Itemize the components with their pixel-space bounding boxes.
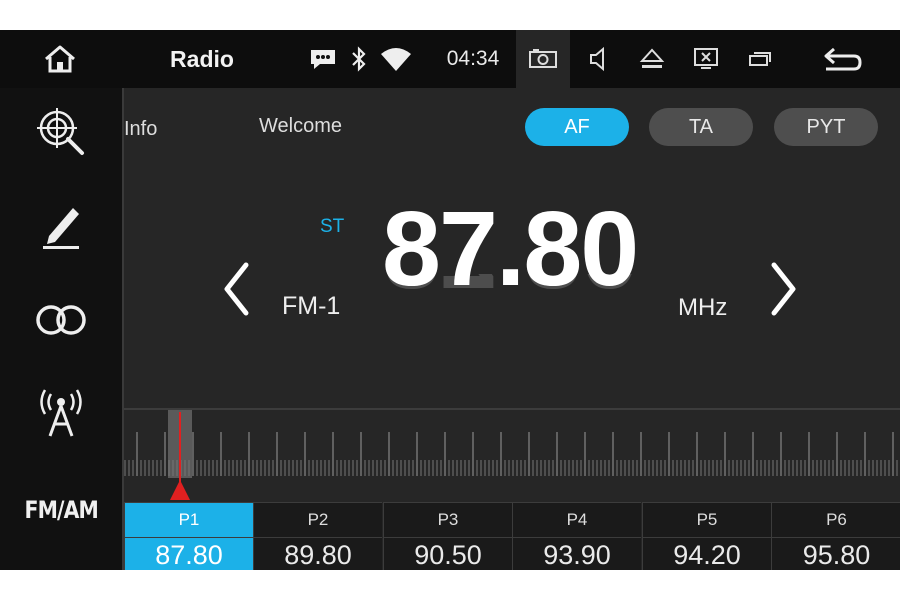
clock: 04:34 [446,47,500,70]
volume-icon[interactable] [584,30,614,88]
preset-bar: P1 87.80 P2 89.80 P3 90.50 P4 93.90 P5 9… [124,502,900,570]
preset-p5[interactable]: P5 94.20 [642,502,771,570]
message-icon [306,30,340,88]
status-bar: Radio 04:34 [0,30,900,88]
preset-label: P4 [513,503,641,537]
antenna-icon [35,386,87,447]
preset-label: P2 [254,503,382,537]
rds-text: Welcome [259,115,342,137]
chevron-left-icon [221,261,251,322]
next-station-button[interactable] [764,256,804,326]
tuner-needle-marker [170,480,190,500]
stereo-indicator: ST [320,216,345,237]
ta-toggle[interactable]: TA [649,108,753,146]
app-title: Radio [170,45,234,72]
preset-frequency: 94.20 [643,537,771,570]
stereo-icon [33,302,89,343]
preset-p6[interactable]: P6 95.80 [771,502,900,570]
chevron-right-icon [769,261,799,322]
edit-button[interactable] [0,182,122,274]
fm-am-button[interactable]: FM/AM [0,464,122,556]
band-label: FM-1 [282,292,341,320]
tuning-scale[interactable] [124,408,900,502]
preset-frequency: 90.50 [384,537,512,570]
eject-icon[interactable] [634,30,670,88]
preset-p2[interactable]: P2 89.80 [253,502,382,570]
camera-icon[interactable] [522,30,564,88]
fm-am-label: FM/AM [24,496,98,524]
bluetooth-icon [346,30,372,88]
preset-p4[interactable]: P4 93.90 [512,502,641,570]
scan-search-button[interactable] [0,88,122,180]
scan-search-icon [35,106,87,163]
preset-frequency: 87.80 [125,537,253,570]
sidebar: FM/AM [0,88,124,570]
frequency-unit: MHz [678,294,728,321]
preset-label: P5 [643,503,771,537]
window-icon[interactable] [742,30,778,88]
wifi-icon [378,30,414,88]
frequency-reflection: 87.80 [382,274,637,304]
back-icon[interactable] [818,30,868,88]
prev-station-button[interactable] [216,256,256,326]
preset-label: P3 [384,503,512,537]
home-icon[interactable] [32,30,88,88]
edit-icon [35,200,87,257]
preset-frequency: 95.80 [772,537,900,570]
preset-label: P1 [125,503,253,537]
preset-p1[interactable]: P1 87.80 [124,502,253,570]
radio-screen: Radio 04:34 FM/AM Info Welcome AF TA PYT… [0,30,900,570]
preset-p3[interactable]: P3 90.50 [383,502,512,570]
tuning-scale-graphic [124,410,898,500]
preset-frequency: 93.90 [513,537,641,570]
af-toggle[interactable]: AF [525,108,629,146]
preset-label: P6 [772,503,900,537]
preset-frequency: 89.80 [254,537,382,570]
pyt-toggle[interactable]: PYT [774,108,878,146]
tuner-panel: Info Welcome AF TA PYT ST FM-1 87.80 87.… [124,88,900,570]
info-label[interactable]: Info [124,118,157,141]
stereo-button[interactable] [0,276,122,368]
screen-off-icon[interactable] [688,30,724,88]
antenna-button[interactable] [0,370,122,462]
